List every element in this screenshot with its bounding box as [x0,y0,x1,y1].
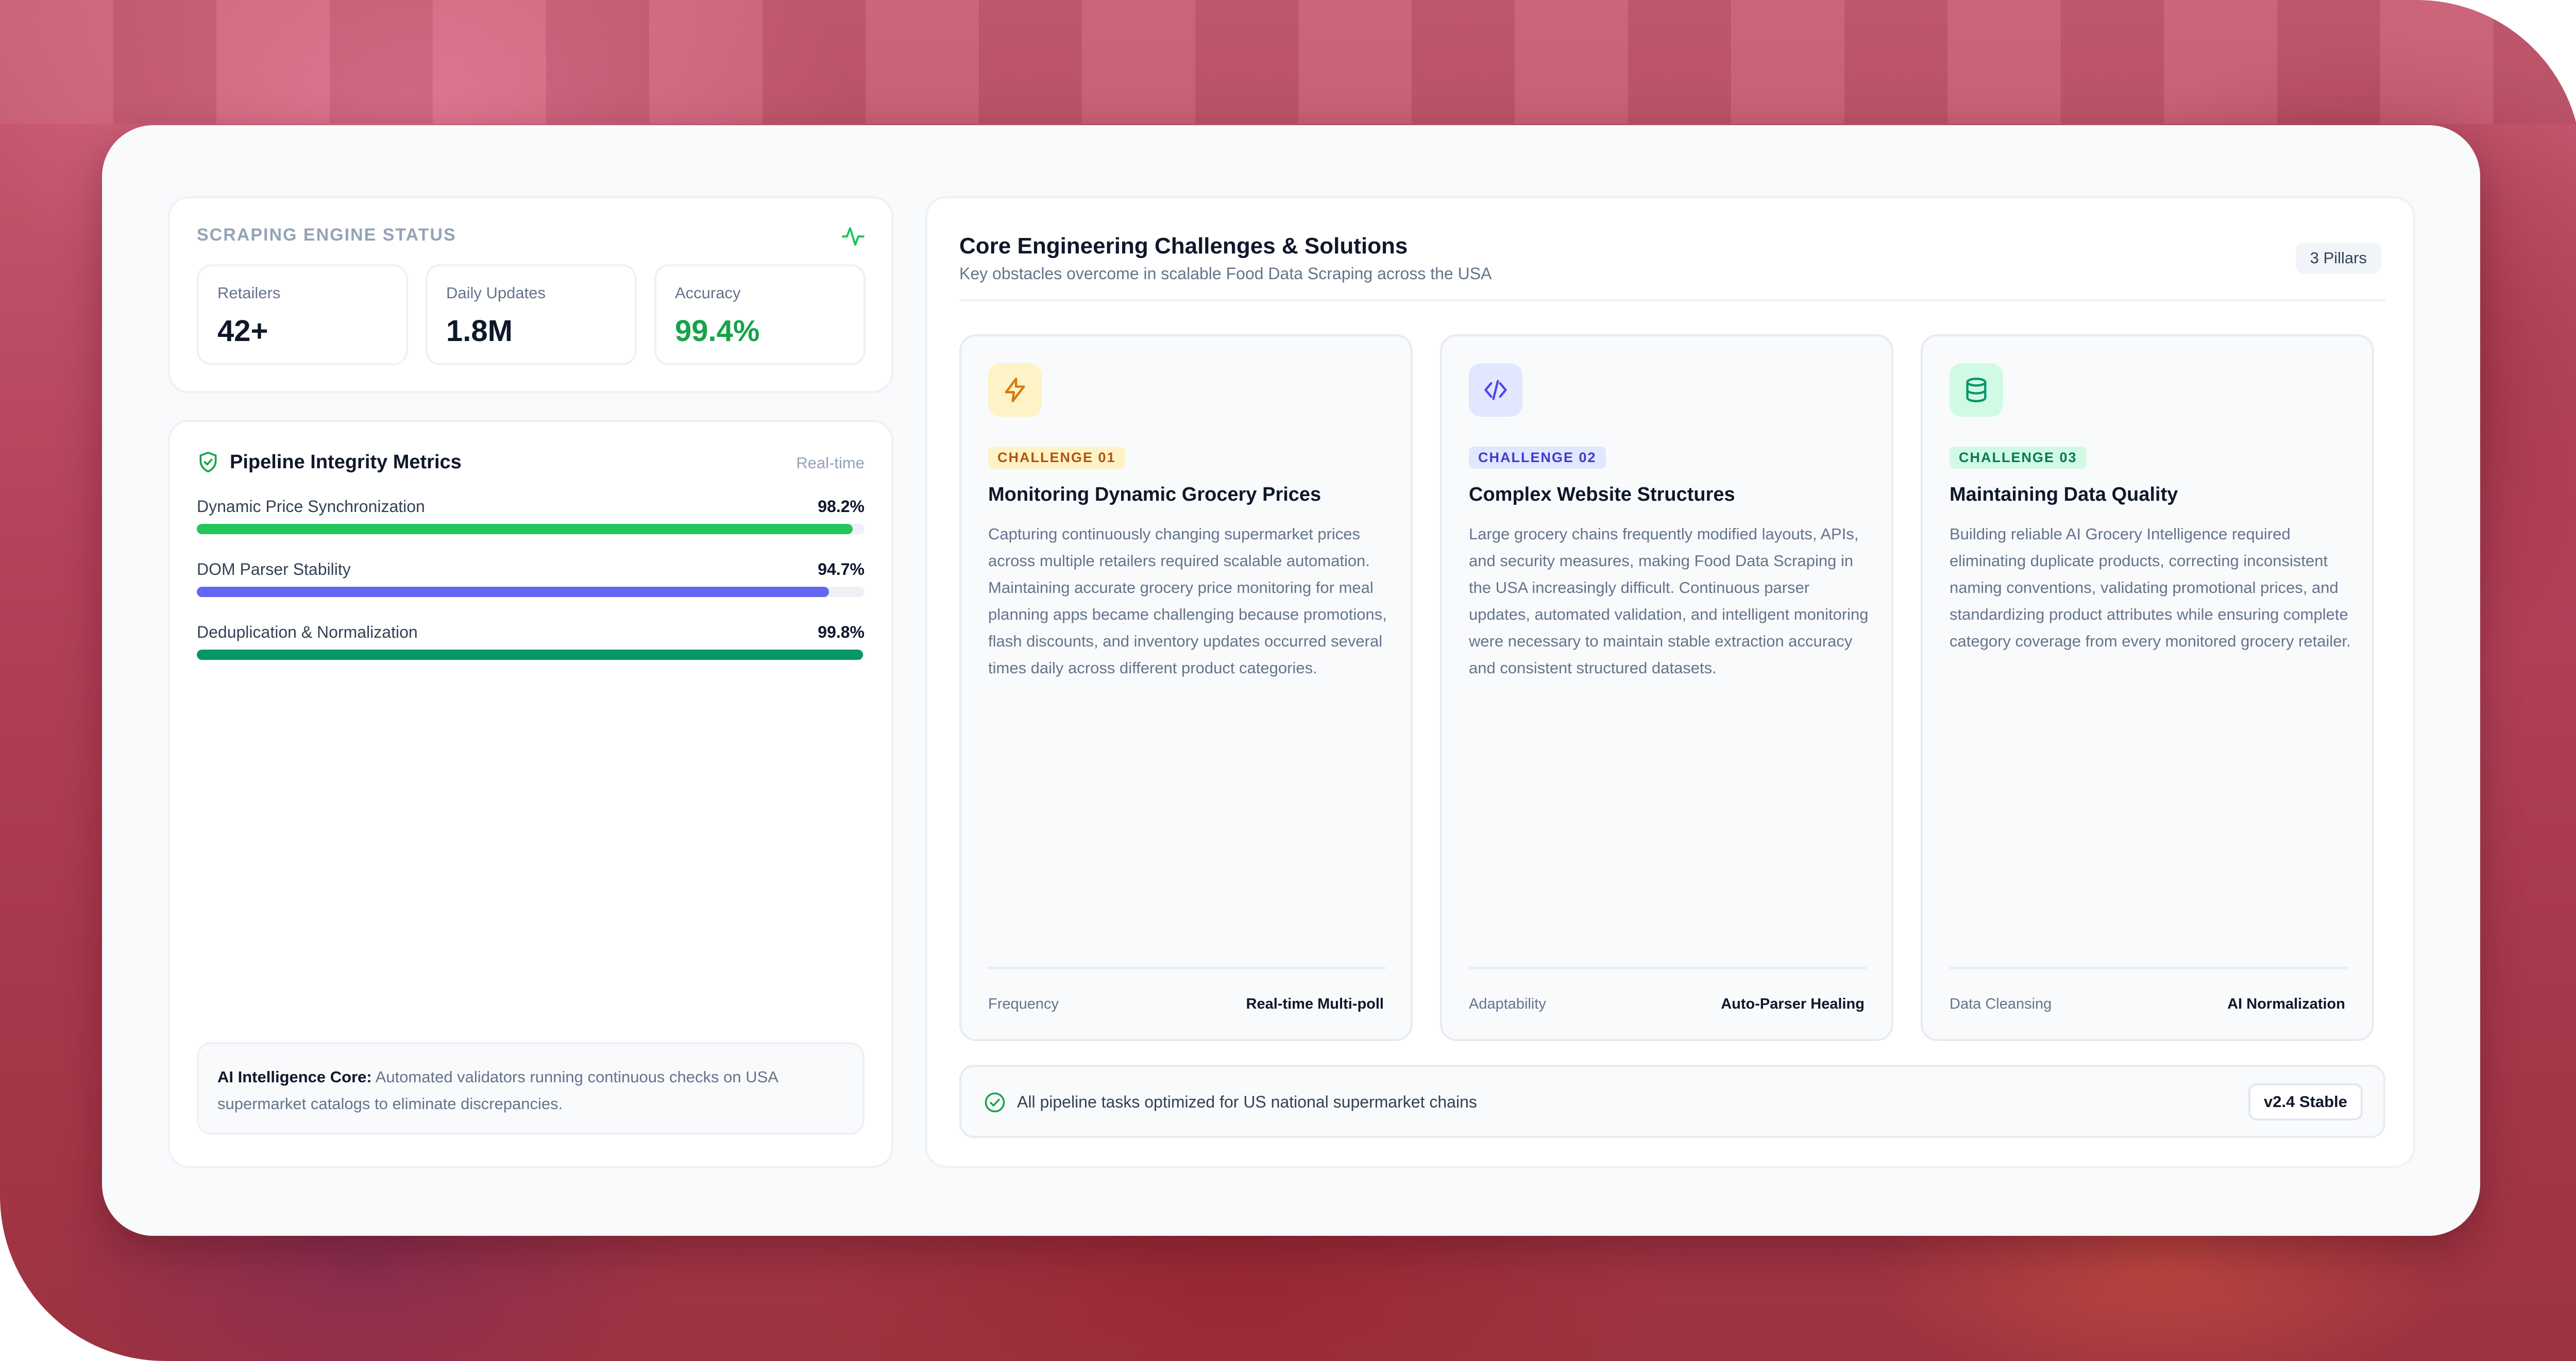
metrics-title: Pipeline Integrity Metrics [230,451,462,473]
pipeline-status-bar: All pipeline tasks optimized for US nati… [959,1065,2385,1138]
database-icon [1950,363,2003,417]
header-divider [959,299,2385,301]
challenge-badge: CHALLENGE 03 [1950,447,2087,469]
stat-value: 99.4% [675,314,760,348]
check-circle-icon [985,1092,1005,1113]
metric-label: DOM Parser Stability [197,560,351,579]
challenge-footer-divider [1469,967,1867,969]
challenge-footer-divider [1950,967,2347,969]
progress-fill [197,524,853,534]
challenge-description: Large grocery chains frequently modified… [1469,525,1869,677]
challenge-footer-divider [988,967,1386,969]
stat-retailers: Retailers 42+ [197,264,408,365]
challenge-title: Monitoring Dynamic Grocery Prices [988,484,1321,505]
stat-value: 42+ [217,314,268,348]
lightning-bolt-icon [988,363,1042,417]
challenge-card-01: CHALLENGE 01 Monitoring Dynamic Grocery … [959,334,1413,1041]
stat-label: Accuracy [675,284,741,302]
challenge-footer-value: Auto-Parser Healing [1721,996,1865,1012]
ai-core-note: AI Intelligence Core: Automated validato… [197,1042,865,1135]
metric-value: 99.8% [818,623,865,641]
metric-value: 94.7% [818,560,865,579]
challenge-card-03: CHALLENGE 03 Maintaining Data Quality Bu… [1921,334,2374,1041]
progress-track [197,587,865,597]
challenge-description: Capturing continuously changing supermar… [988,525,1387,677]
progress-fill [197,650,863,660]
version-badge: v2.4 Stable [2248,1083,2363,1120]
progress-track [197,650,865,660]
challenge-footer-label: Adaptability [1469,996,1546,1012]
challenge-footer-label: Frequency [988,996,1059,1012]
challenge-footer-value: Real-time Multi-poll [1246,996,1384,1012]
stat-accuracy: Accuracy 99.4% [654,264,866,365]
stat-label: Retailers [217,284,281,302]
challenge-badge: CHALLENGE 02 [1469,447,1606,469]
challenge-badge: CHALLENGE 01 [988,447,1125,469]
challenges-title: Core Engineering Challenges & Solutions [959,233,1408,259]
challenge-card-02: CHALLENGE 02 Complex Website Structures … [1440,334,1893,1041]
metric-value: 98.2% [818,497,865,516]
challenge-description: Building reliable AI Grocery Intelligenc… [1950,525,2351,650]
progress-track [197,524,865,534]
activity-pulse-icon [842,227,865,246]
metric-label: Deduplication & Normalization [197,623,418,641]
stat-label: Daily Updates [446,284,546,302]
pipeline-status-text: All pipeline tasks optimized for US nati… [1017,1093,1477,1111]
progress-fill [197,587,829,597]
background-texture [0,0,2576,124]
challenges-panel: Core Engineering Challenges & Solutions … [925,196,2415,1168]
challenge-footer-label: Data Cleansing [1950,996,2052,1012]
pillars-badge: 3 Pillars [2295,243,2381,274]
challenge-title: Complex Website Structures [1469,484,1735,505]
stat-value: 1.8M [446,314,513,348]
ai-core-note-label: AI Intelligence Core: [217,1068,372,1086]
challenges-subtitle: Key obstacles overcome in scalable Food … [959,264,1492,283]
engine-status-title: SCRAPING ENGINE STATUS [197,225,456,245]
realtime-label: Real-time [796,454,865,472]
challenge-title: Maintaining Data Quality [1950,484,2178,505]
challenge-footer-value: AI Normalization [2227,996,2345,1012]
metric-label: Dynamic Price Synchronization [197,497,425,516]
pipeline-metrics-panel: Pipeline Integrity Metrics Real-time Dyn… [168,420,893,1168]
dashboard-card: SCRAPING ENGINE STATUS Retailers 42+ Dai… [102,125,2480,1236]
shield-check-icon [199,451,217,473]
code-brackets-icon [1469,363,1522,417]
engine-status-panel: SCRAPING ENGINE STATUS Retailers 42+ Dai… [168,196,893,393]
metrics-header: Pipeline Integrity Metrics [197,451,462,473]
stat-daily-updates: Daily Updates 1.8M [426,264,637,365]
